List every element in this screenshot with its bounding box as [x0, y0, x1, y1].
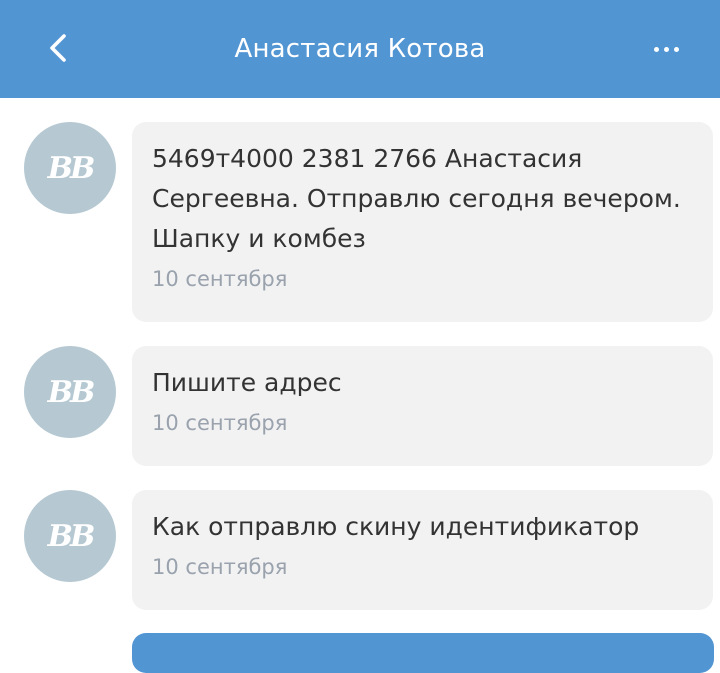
avatar[interactable]: ВВ	[24, 490, 116, 582]
back-button[interactable]	[38, 28, 78, 68]
outgoing-message-bubble[interactable]	[132, 633, 714, 673]
message-text: Как отправлю скину идентификатор	[152, 512, 640, 541]
avatar[interactable]: ВВ	[24, 346, 116, 438]
top-bar: Анастасия Котова	[0, 0, 720, 98]
message-bubble[interactable]: Как отправлю скину идентификатор 10 сент…	[132, 490, 713, 610]
more-options-button[interactable]	[646, 30, 686, 68]
more-horizontal-icon	[653, 46, 679, 52]
message-text: 5469т4000 2381 2766 Анастасия Сергеевна.…	[152, 144, 681, 253]
message-text: Пишите адрес	[152, 368, 342, 397]
message-bubble[interactable]: Пишите адрес 10 сентября	[132, 346, 713, 466]
avatar[interactable]: ВВ	[24, 122, 116, 214]
message-date: 10 сентября	[152, 555, 288, 579]
chat-title: Анастасия Котова	[234, 34, 486, 64]
message-date: 10 сентября	[152, 411, 288, 435]
message-bubble[interactable]: 5469т4000 2381 2766 Анастасия Сергеевна.…	[132, 122, 713, 322]
chevron-left-icon	[50, 34, 66, 62]
message-date: 10 сентября	[152, 267, 288, 291]
